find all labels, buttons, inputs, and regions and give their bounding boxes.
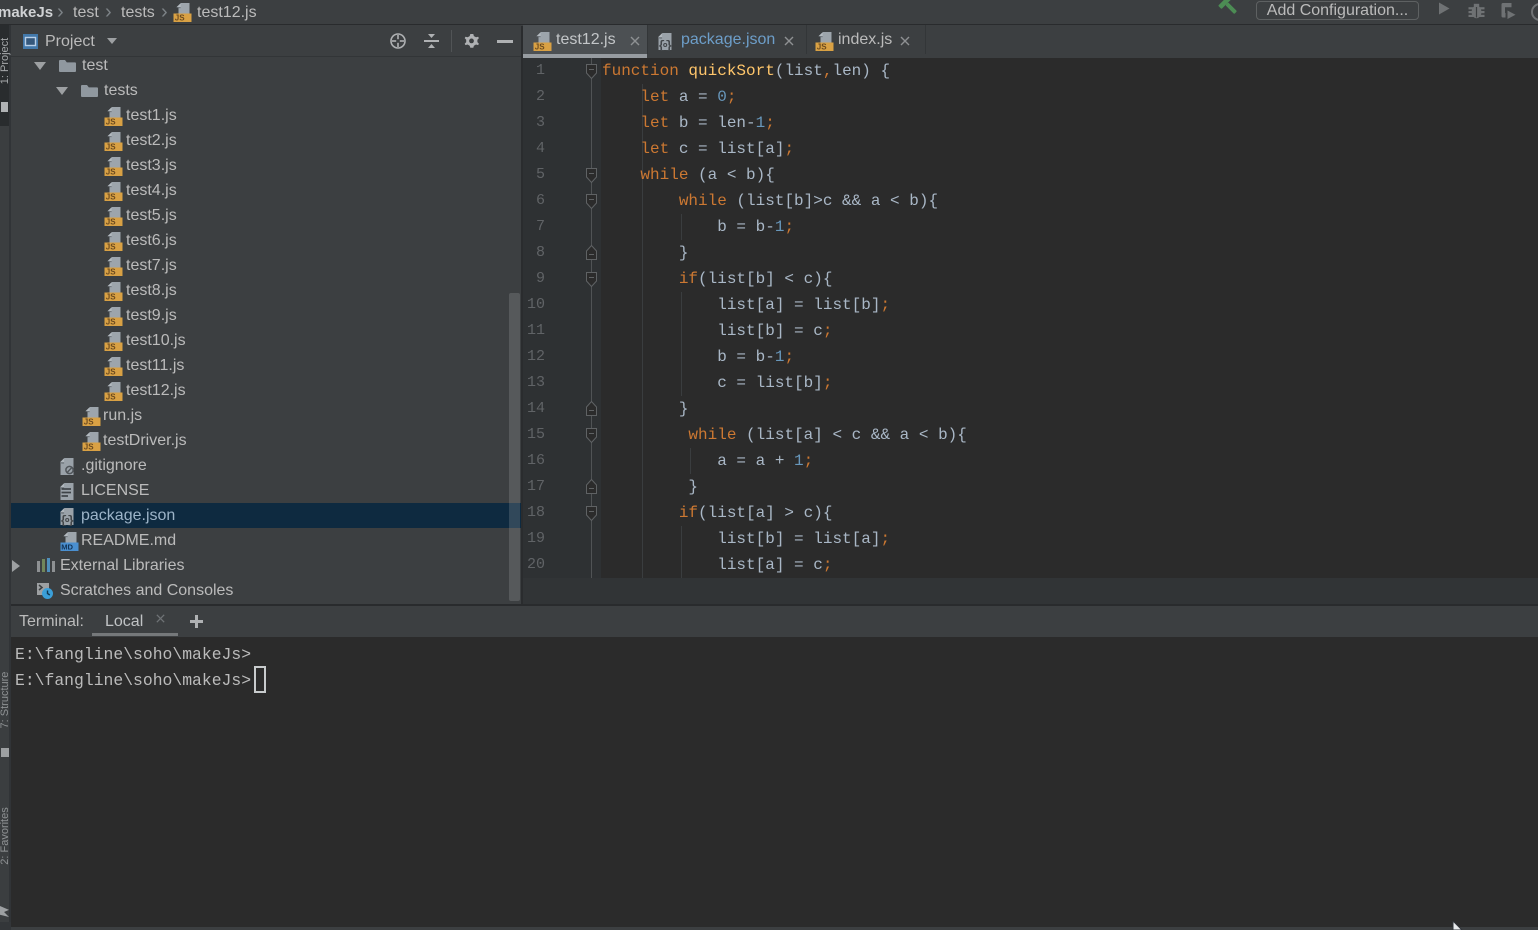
svg-text:JS: JS [535,42,545,51]
svg-text:JS: JS [106,217,116,226]
svg-text:JS: JS [817,42,827,51]
svg-text:JS: JS [106,342,116,351]
svg-text:{}: {} [60,514,74,526]
svg-text:JS: JS [106,117,116,126]
svg-text:JS: JS [106,292,116,301]
svg-text:JS: JS [106,367,116,376]
svg-text:JS: JS [106,392,116,401]
svg-text:JS: JS [106,242,116,251]
svg-text:{}: {} [658,39,672,51]
svg-text:JS: JS [106,267,116,276]
svg-text:JS: JS [106,167,116,176]
svg-text:JS: JS [106,317,116,326]
svg-text:JS: JS [106,192,116,201]
svg-text:MD: MD [61,542,73,551]
svg-text:JS: JS [84,417,94,426]
svg-text:JS: JS [106,142,116,151]
svg-text:JS: JS [84,442,94,451]
svg-text:JS: JS [175,13,185,22]
